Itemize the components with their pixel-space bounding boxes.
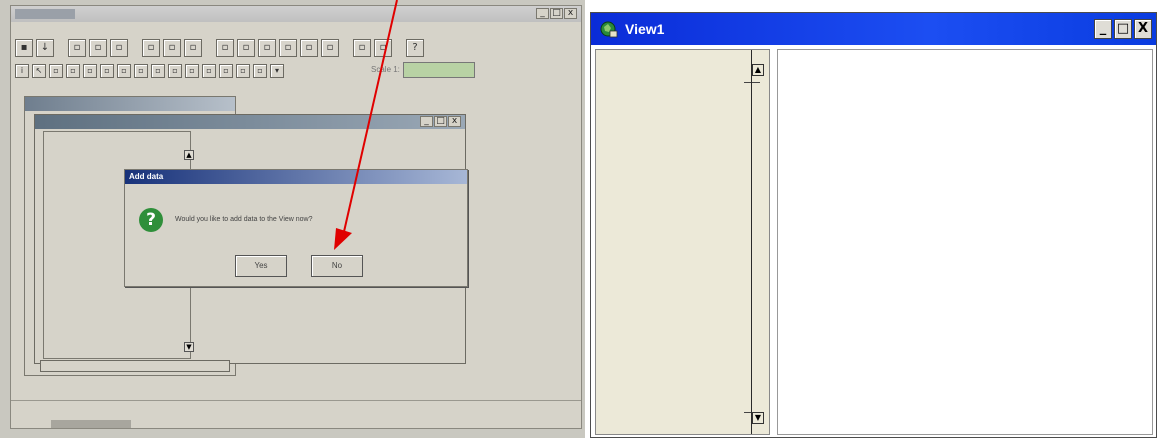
add-theme-icon[interactable]: ↓ bbox=[36, 39, 54, 57]
menu-item[interactable] bbox=[143, 23, 150, 37]
toolbar-button[interactable]: ▫ bbox=[279, 39, 297, 57]
app-menu-bar bbox=[21, 23, 150, 37]
layers-dropdown[interactable] bbox=[40, 360, 230, 372]
button-bar: ▪ ↓ ▫ ▫ ▫ ▫ ▫ ▫ ▫ ▫ ▫ ▫ ▫ ▫ ▫ ▫ ? bbox=[15, 37, 424, 59]
tool-button[interactable]: ▫ bbox=[49, 64, 63, 78]
menu-item[interactable] bbox=[38, 23, 45, 37]
pointer-tool-icon[interactable]: ↖ bbox=[32, 64, 46, 78]
toolbar-button[interactable]: ▫ bbox=[184, 39, 202, 57]
view1-minimize-button[interactable]: _ bbox=[1094, 19, 1112, 39]
toolbar-button[interactable]: ▫ bbox=[163, 39, 181, 57]
add-data-dialog: Add data ? Would you like to add data to… bbox=[124, 169, 468, 287]
tool-button[interactable]: ▫ bbox=[83, 64, 97, 78]
app-minimize-button[interactable]: _ bbox=[536, 8, 549, 19]
view-icon bbox=[600, 21, 618, 38]
view1-map-display[interactable] bbox=[777, 49, 1153, 435]
bottom-tab bbox=[51, 420, 131, 428]
view1-title: View1 bbox=[625, 21, 665, 37]
view-close-button[interactable]: x bbox=[448, 116, 461, 127]
app-close-button[interactable]: x bbox=[564, 8, 577, 19]
menu-item[interactable] bbox=[94, 23, 110, 37]
no-button[interactable]: No bbox=[311, 255, 363, 277]
tool-button[interactable]: ▫ bbox=[185, 64, 199, 78]
view1-window: View1 _ □ X ▲ ▼ bbox=[590, 12, 1157, 438]
tool-button[interactable]: ▫ bbox=[236, 64, 250, 78]
toc-scrollbar[interactable]: ▲ ▼ bbox=[751, 50, 765, 434]
menu-item[interactable] bbox=[73, 23, 84, 37]
dialog-message: Would you like to add data to the View n… bbox=[175, 216, 313, 223]
toolbar-button[interactable]: ▫ bbox=[110, 39, 128, 57]
project-window-title-bar[interactable] bbox=[25, 97, 235, 111]
scroll-up-icon[interactable]: ▲ bbox=[752, 64, 764, 76]
app-maximize-button[interactable]: □ bbox=[550, 8, 563, 19]
app-title-bar: _ □ x bbox=[11, 6, 581, 22]
tool-button[interactable]: ▫ bbox=[168, 64, 182, 78]
status-bar bbox=[11, 400, 581, 412]
toolbar-button[interactable]: ▫ bbox=[374, 39, 392, 57]
tool-bar: i ↖ ▫ ▫ ▫ ▫ ▫ ▫ ▫ ▫ ▫ ▫ ▫ ▫ ▫ ▾ bbox=[15, 60, 284, 82]
menu-item[interactable] bbox=[21, 23, 28, 37]
scroll-down-icon[interactable]: ▼ bbox=[184, 342, 194, 352]
view1-close-button[interactable]: X bbox=[1134, 19, 1152, 39]
tool-button[interactable]: ▫ bbox=[66, 64, 80, 78]
scale-label: Scale 1: bbox=[371, 65, 400, 74]
scroll-up-icon[interactable]: ▲ bbox=[184, 150, 194, 160]
toolbar-button[interactable]: ▫ bbox=[258, 39, 276, 57]
toolbar-button[interactable]: ▫ bbox=[68, 39, 86, 57]
toolbar-button[interactable]: ▫ bbox=[353, 39, 371, 57]
app-title bbox=[15, 9, 76, 19]
view-minimize-button[interactable]: _ bbox=[420, 116, 433, 127]
toolbar-button[interactable]: ▫ bbox=[300, 39, 318, 57]
view1-maximize-button[interactable]: □ bbox=[1114, 19, 1132, 39]
arcview-screenshot: _ □ x ▪ ↓ ▫ ▫ ▫ ▫ ▫ ▫ ▫ ▫ ▫ ▫ ▫ ▫ ▫ ▫ ? … bbox=[0, 0, 585, 438]
toolbar-button[interactable]: ▫ bbox=[89, 39, 107, 57]
scroll-down-icon[interactable]: ▼ bbox=[752, 412, 764, 424]
dialog-title: Add data bbox=[125, 170, 467, 184]
view1-table-of-contents: ▲ ▼ bbox=[595, 49, 770, 435]
tool-button[interactable]: ▫ bbox=[134, 64, 148, 78]
toolbar-button[interactable]: ▫ bbox=[321, 39, 339, 57]
question-icon: ? bbox=[139, 208, 163, 232]
scale-input[interactable] bbox=[403, 62, 475, 78]
yes-button[interactable]: Yes bbox=[235, 255, 287, 277]
view-window-title-bar[interactable]: _ □ x bbox=[35, 115, 465, 129]
tool-button[interactable]: ▫ bbox=[151, 64, 165, 78]
menu-item[interactable] bbox=[54, 23, 63, 37]
toolbar-button[interactable]: ▫ bbox=[142, 39, 160, 57]
toolbar-button[interactable]: ▫ bbox=[216, 39, 234, 57]
menu-item[interactable] bbox=[120, 23, 133, 37]
help-icon[interactable]: ? bbox=[406, 39, 424, 57]
tool-button[interactable]: ▫ bbox=[219, 64, 233, 78]
identify-tool-icon[interactable]: i bbox=[15, 64, 29, 78]
view-maximize-button[interactable]: □ bbox=[434, 116, 447, 127]
save-icon[interactable]: ▪ bbox=[15, 39, 33, 57]
tool-button[interactable]: ▫ bbox=[253, 64, 267, 78]
tool-button[interactable]: ▫ bbox=[100, 64, 114, 78]
tool-button[interactable]: ▫ bbox=[202, 64, 216, 78]
view1-title-bar[interactable]: View1 _ □ X bbox=[591, 13, 1156, 45]
tool-button[interactable]: ▾ bbox=[270, 64, 284, 78]
toolbar-button[interactable]: ▫ bbox=[237, 39, 255, 57]
tool-button[interactable]: ▫ bbox=[117, 64, 131, 78]
